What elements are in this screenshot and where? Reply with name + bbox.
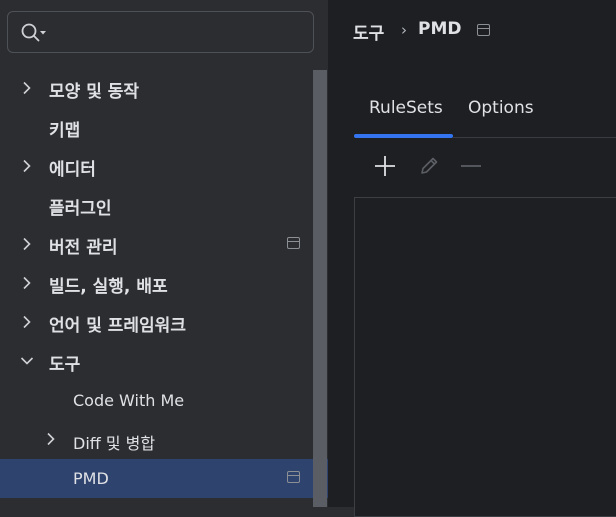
chevron-right-icon[interactable] xyxy=(20,80,34,95)
tab-options[interactable]: Options xyxy=(468,98,534,118)
project-settings-icon xyxy=(287,237,300,249)
tree-item-label: 언어 및 프레임워크 xyxy=(49,316,186,336)
chevron-right-icon[interactable] xyxy=(20,314,34,329)
chevron-down-icon[interactable] xyxy=(20,353,34,367)
tree-item-keymap[interactable]: 키맵 xyxy=(0,108,313,147)
chevron-right-icon[interactable] xyxy=(20,275,34,290)
tree-item-pmd[interactable]: PMD xyxy=(0,459,328,498)
tab-divider xyxy=(453,137,616,138)
chevron-right-icon[interactable] xyxy=(44,431,58,446)
settings-content: 도구 › PMD RuleSets Options xyxy=(329,0,616,517)
tree-item-label: 에디터 xyxy=(49,160,96,180)
minus-icon[interactable] xyxy=(459,154,483,178)
tree-item-label: 키맵 xyxy=(49,121,81,141)
rulesets-toolbar xyxy=(329,150,616,182)
sidebar-scrollbar[interactable] xyxy=(313,70,327,507)
breadcrumb-separator: › xyxy=(401,21,407,39)
project-settings-icon xyxy=(287,471,300,483)
tree-item-label: 빌드, 실행, 배포 xyxy=(49,277,168,297)
search-input[interactable] xyxy=(56,20,310,46)
breadcrumb-parent[interactable]: 도구 xyxy=(353,19,384,44)
tree-item-languages-frameworks[interactable]: 언어 및 프레임워크 xyxy=(0,303,313,342)
tree-item-appearance-behavior[interactable]: 모양 및 동작 xyxy=(0,69,313,108)
tree-item-diff-merge[interactable]: Diff 및 병합 xyxy=(0,420,313,459)
tab-rulesets[interactable]: RuleSets xyxy=(369,98,443,118)
tree-item-label: 버전 관리 xyxy=(49,238,118,258)
settings-sidebar: 모양 및 동작 키맵 에디터 플러그인 버전 관리 빌드, 실행, 배포 언어 … xyxy=(0,0,328,507)
search-field[interactable] xyxy=(7,11,314,53)
chevron-right-icon[interactable] xyxy=(20,158,34,173)
search-icon[interactable] xyxy=(20,21,48,45)
tree-item-label: 모양 및 동작 xyxy=(49,82,140,102)
tree-item-editor[interactable]: 에디터 xyxy=(0,147,313,186)
tree-item-label: PMD xyxy=(73,469,109,488)
plus-icon[interactable] xyxy=(373,154,397,178)
tree-item-plugins[interactable]: 플러그인 xyxy=(0,186,313,225)
tree-item-build-execution-deployment[interactable]: 빌드, 실행, 배포 xyxy=(0,264,313,303)
tree-item-label: Code With Me xyxy=(73,391,185,410)
tab-bar: RuleSets Options xyxy=(329,90,616,140)
tree-item-label: Diff 및 병합 xyxy=(73,434,156,453)
tree-item-tools[interactable]: 도구 xyxy=(0,342,313,381)
rulesets-list[interactable] xyxy=(354,197,616,517)
chevron-right-icon[interactable] xyxy=(20,236,34,251)
project-settings-icon xyxy=(477,24,490,36)
tree-item-version-control[interactable]: 버전 관리 xyxy=(0,225,313,264)
settings-tree: 모양 및 동작 키맵 에디터 플러그인 버전 관리 빌드, 실행, 배포 언어 … xyxy=(0,69,328,498)
pencil-icon[interactable] xyxy=(417,154,441,178)
tree-item-code-with-me[interactable]: Code With Me xyxy=(0,381,313,420)
tree-item-label: 플러그인 xyxy=(49,199,112,219)
tree-item-label: 도구 xyxy=(49,355,81,375)
active-tab-indicator xyxy=(354,134,453,138)
breadcrumb-current: PMD xyxy=(418,19,462,39)
